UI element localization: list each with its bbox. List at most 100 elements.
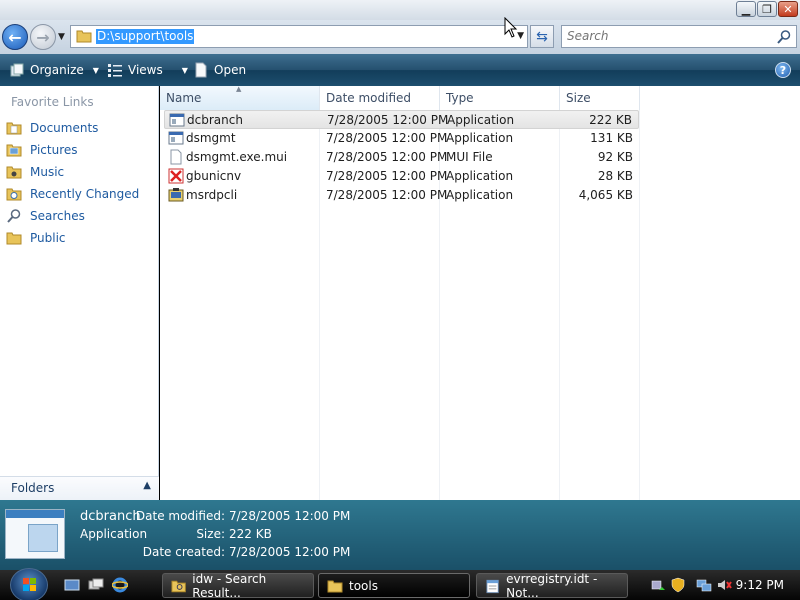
file-type: Application bbox=[446, 131, 514, 145]
column-header-type[interactable]: Type bbox=[440, 86, 560, 110]
details-size-label: Size: bbox=[196, 527, 225, 541]
column-header-size[interactable]: Size bbox=[560, 86, 640, 110]
nav-item-documents[interactable]: Documents bbox=[6, 120, 98, 136]
details-size: 222 KB bbox=[229, 527, 272, 541]
file-size: 131 KB bbox=[590, 131, 633, 145]
chevron-up-icon: ▲ bbox=[143, 480, 151, 491]
nav-item-public[interactable]: Public bbox=[6, 230, 66, 246]
nav-item-label: Recently Changed bbox=[30, 187, 140, 201]
search-box[interactable] bbox=[561, 25, 797, 48]
column-header-label: Date modified bbox=[326, 91, 412, 105]
nav-item-label: Pictures bbox=[30, 143, 78, 157]
forward-button[interactable]: → bbox=[30, 24, 56, 50]
address-field[interactable]: D:\support\tools ▼ bbox=[70, 25, 528, 48]
nav-item-recently-changed[interactable]: Recently Changed bbox=[6, 186, 139, 202]
nav-item-label: Documents bbox=[30, 121, 99, 135]
network-connection-icon[interactable] bbox=[696, 577, 712, 593]
show-desktop-icon[interactable] bbox=[64, 577, 80, 593]
file-row[interactable]: dsmgmt.exe.mui 7/28/2005 12:00 PM MUI Fi… bbox=[164, 148, 639, 167]
recent-pages-dropdown[interactable]: ▼ bbox=[58, 32, 65, 42]
organize-label: Organize bbox=[30, 63, 84, 77]
nav-item-label: Music bbox=[30, 165, 65, 179]
file-name: dcbranch bbox=[187, 113, 243, 127]
notepad-icon bbox=[486, 579, 499, 593]
forward-arrow-icon: → bbox=[36, 27, 50, 47]
address-path: D:\support\tools bbox=[96, 29, 195, 44]
address-bar-area: ← → ▼ D:\support\tools ▼ ⇆ bbox=[0, 20, 800, 54]
folder-search-icon bbox=[171, 580, 186, 592]
window-title-bar[interactable]: ▁ ❐ ✕ bbox=[0, 0, 800, 20]
address-dropdown-icon[interactable]: ▼ bbox=[517, 31, 524, 41]
file-row[interactable]: gbunicnv 7/28/2005 12:00 PM Application … bbox=[164, 167, 639, 186]
open-button[interactable]: Open bbox=[193, 62, 246, 78]
volume-muted-icon[interactable] bbox=[716, 577, 732, 593]
windows-logo-icon bbox=[23, 578, 36, 591]
file-date: 7/28/2005 12:00 PM bbox=[326, 131, 448, 145]
organize-button[interactable]: Organize ▼ bbox=[9, 62, 99, 78]
file-date: 7/28/2005 12:00 PM bbox=[327, 113, 449, 127]
file-type: MUI File bbox=[446, 150, 493, 164]
column-header-name[interactable]: ▲ Name bbox=[160, 85, 320, 110]
file-name: dsmgmt bbox=[186, 131, 236, 145]
search-icon[interactable] bbox=[776, 29, 792, 45]
close-icon: ✕ bbox=[783, 2, 793, 16]
nav-item-music[interactable]: Music bbox=[6, 164, 64, 180]
start-button[interactable] bbox=[10, 568, 48, 600]
switch-windows-icon[interactable] bbox=[88, 577, 104, 593]
network-tray-icon[interactable] bbox=[650, 577, 666, 593]
help-button[interactable]: ? bbox=[775, 62, 791, 78]
column-header-date-modified[interactable]: Date modified bbox=[320, 86, 440, 110]
file-row[interactable]: dsmgmt 7/28/2005 12:00 PM Application 13… bbox=[164, 129, 639, 148]
security-shield-icon[interactable] bbox=[670, 577, 686, 593]
open-label: Open bbox=[214, 63, 247, 77]
chevron-down-icon: ▼ bbox=[92, 65, 99, 75]
file-size: 28 KB bbox=[597, 169, 633, 183]
file-size: 222 KB bbox=[589, 113, 632, 127]
thumbnail-window bbox=[28, 524, 58, 552]
views-icon bbox=[108, 64, 122, 77]
file-name: dsmgmt.exe.mui bbox=[186, 150, 288, 164]
taskbar-button-label: idw - Search Result... bbox=[192, 571, 267, 600]
details-date-created-label: Date created: bbox=[142, 545, 225, 559]
recently-changed-folder-icon bbox=[6, 188, 22, 201]
taskbar-button-notepad[interactable]: evrregistry.idt - Not... bbox=[476, 572, 628, 600]
nav-item-searches[interactable]: Searches bbox=[6, 208, 85, 224]
file-row[interactable]: msrdpcli 7/28/2005 12:00 PM Application … bbox=[164, 186, 639, 205]
organize-icon bbox=[10, 63, 24, 77]
folders-label: Folders bbox=[11, 481, 55, 495]
pictures-folder-icon bbox=[6, 144, 22, 157]
internet-explorer-icon[interactable] bbox=[112, 577, 128, 593]
refresh-icon: ⇆ bbox=[536, 28, 548, 45]
column-divider bbox=[639, 110, 640, 500]
views-label: Views bbox=[128, 63, 163, 77]
file-row[interactable]: dcbranch 7/28/2005 12:00 PM Application … bbox=[164, 110, 639, 129]
folders-toggle[interactable]: Folders ▲ bbox=[0, 476, 159, 500]
back-button[interactable]: ← bbox=[2, 24, 28, 50]
nav-item-pictures[interactable]: Pictures bbox=[6, 142, 78, 158]
taskbar-button-search-results[interactable]: idw - Search Result... bbox=[162, 571, 314, 600]
navigation-pane: Favorite Links Documents Pictures Music … bbox=[0, 86, 159, 500]
music-folder-icon bbox=[6, 166, 22, 179]
window-controls: ▁ ❐ ✕ bbox=[736, 1, 798, 17]
system-clock[interactable]: 9:12 PM bbox=[736, 578, 784, 592]
favorite-links-header: Favorite Links bbox=[11, 95, 94, 109]
search-input[interactable] bbox=[567, 29, 767, 43]
back-arrow-icon: ← bbox=[8, 27, 22, 47]
refresh-button[interactable]: ⇆ bbox=[530, 25, 554, 48]
file-date: 7/28/2005 12:00 PM bbox=[326, 150, 448, 164]
taskbar-button-tools[interactable]: tools bbox=[318, 573, 470, 598]
details-date-modified-label: Date modified: bbox=[135, 509, 225, 523]
gbunicnv-app-icon bbox=[168, 168, 184, 184]
views-button[interactable]: Views ▼ bbox=[107, 62, 188, 78]
minimize-button[interactable]: ▁ bbox=[736, 1, 756, 17]
taskbar: idw - Search Result... tools evrregistry… bbox=[0, 568, 800, 600]
maximize-button[interactable]: ❐ bbox=[757, 1, 777, 17]
help-icon: ? bbox=[779, 63, 787, 77]
nav-item-label: Searches bbox=[30, 209, 85, 223]
details-date-created: 7/28/2005 12:00 PM bbox=[229, 545, 351, 559]
command-toolbar: Organize ▼ Views ▼ Open ? bbox=[0, 54, 800, 86]
documents-folder-icon bbox=[6, 122, 22, 135]
close-button[interactable]: ✕ bbox=[778, 1, 798, 17]
search-folder-icon bbox=[7, 209, 21, 223]
file-name: gbunicnv bbox=[186, 169, 242, 183]
